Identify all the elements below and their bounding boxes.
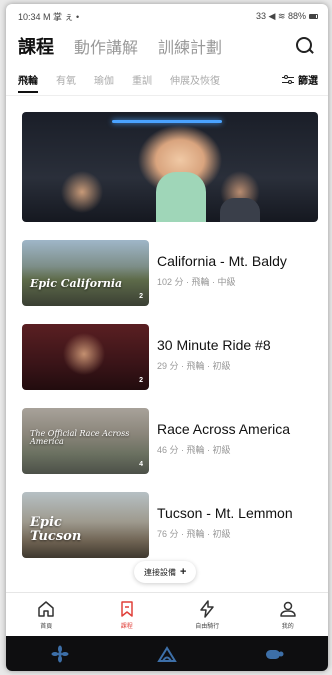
thumbnail-badge: 4: [139, 461, 143, 468]
connect-device-label: 連接設備: [144, 567, 176, 577]
status-right-text: 33 ◀ ≋ 88%: [256, 10, 306, 21]
tab-training-plan[interactable]: 訓練計劃: [158, 34, 222, 58]
filter-label: 篩選: [298, 76, 318, 87]
rider-figure: [220, 198, 260, 222]
category-cardio[interactable]: 有氧: [56, 66, 76, 93]
instructor-figure: [156, 172, 206, 222]
hero-banner[interactable]: [22, 112, 318, 222]
course-thumbnail: The Official Race Across America 4: [22, 408, 149, 474]
course-thumbnail: Epic California 2: [22, 240, 149, 306]
nav-profile[interactable]: 我的: [248, 593, 329, 636]
course-title: 30 Minute Ride #8: [157, 337, 271, 353]
course-card[interactable]: 2 30 Minute Ride #8 29 分 · 飛輪 · 初級: [22, 324, 318, 390]
course-thumbnail: 2: [22, 324, 149, 390]
system-navigation-bar: [6, 636, 328, 671]
nav-home[interactable]: 首頁: [6, 593, 87, 636]
course-list: Epic California 2 California - Mt. Baldy…: [6, 96, 328, 558]
lightning-icon: [200, 600, 214, 618]
filter-icon: [282, 74, 294, 85]
thumbnail-title: Epic California: [30, 277, 123, 290]
user-icon: [280, 601, 296, 617]
home-shape-icon[interactable]: [156, 645, 178, 663]
header: 課程 動作講解 訓練計劃: [6, 28, 328, 64]
thumbnail-badge: 2: [139, 293, 143, 300]
stage-light: [112, 120, 222, 123]
thumbnail-title: Epic Tucson: [30, 515, 82, 544]
filter-button[interactable]: 篩選: [282, 72, 318, 87]
bottom-tab-bar: 首頁 課程 自由騎行 我的: [6, 592, 328, 636]
category-cycling[interactable]: 飛輪: [18, 66, 38, 93]
course-meta: 102 分 · 飛輪 · 中級: [157, 277, 236, 288]
plus-icon: +: [180, 566, 187, 578]
course-card[interactable]: The Official Race Across America 4 Race …: [22, 408, 318, 474]
search-icon[interactable]: [294, 35, 316, 57]
course-title: Tucson - Mt. Lemmon: [157, 505, 293, 521]
phone-screen: 10:34 M 掌 ぇ • 33 ◀ ≋ 88% 課程 動作講解 訓練計劃 飛輪…: [6, 4, 328, 671]
category-strength[interactable]: 重訓: [132, 66, 152, 93]
thumbnail-badge: 2: [139, 377, 143, 384]
bookmark-icon: [121, 601, 133, 617]
fan-icon[interactable]: [49, 645, 71, 663]
nav-free-ride-label: 自由騎行: [195, 624, 220, 630]
battery-icon: [309, 13, 318, 19]
course-meta: 29 分 · 飛輪 · 初級: [157, 361, 231, 372]
course-title: California - Mt. Baldy: [157, 253, 287, 269]
thumbnail-title: The Official Race Across America: [30, 429, 130, 447]
nav-free-ride[interactable]: 自由騎行: [167, 593, 248, 636]
status-left-icons: M 掌 ぇ •: [43, 11, 80, 22]
course-title: Race Across America: [157, 421, 291, 437]
category-stretch[interactable]: 伸展及恢復: [170, 66, 220, 93]
tab-exercise-guide[interactable]: 動作講解: [74, 34, 138, 58]
connect-device-button[interactable]: 連接設備 +: [134, 561, 197, 583]
course-meta: 46 分 · 飛輪 · 初級: [157, 445, 231, 456]
tab-courses[interactable]: 課程: [18, 33, 54, 59]
course-card[interactable]: Epic Tucson Tucson - Mt. Lemmon 76 分 · 飛…: [22, 492, 318, 558]
course-meta: 76 分 · 飛輪 · 初級: [157, 529, 231, 540]
nav-home-label: 首頁: [40, 624, 53, 630]
course-thumbnail: Epic Tucson: [22, 492, 149, 558]
nav-courses[interactable]: 課程: [87, 593, 168, 636]
category-yoga[interactable]: 瑜伽: [94, 66, 114, 93]
pill-icon[interactable]: [263, 645, 285, 663]
home-icon: [38, 601, 54, 617]
course-card[interactable]: Epic California 2 California - Mt. Baldy…: [22, 240, 318, 306]
status-bar: 10:34 M 掌 ぇ • 33 ◀ ≋ 88%: [6, 4, 328, 28]
category-bar: 飛輪 有氧 瑜伽 重訓 伸展及恢復 篩選: [6, 64, 328, 96]
status-time: 10:34: [18, 11, 41, 22]
nav-courses-label: 課程: [120, 624, 133, 630]
nav-profile-label: 我的: [281, 624, 294, 630]
